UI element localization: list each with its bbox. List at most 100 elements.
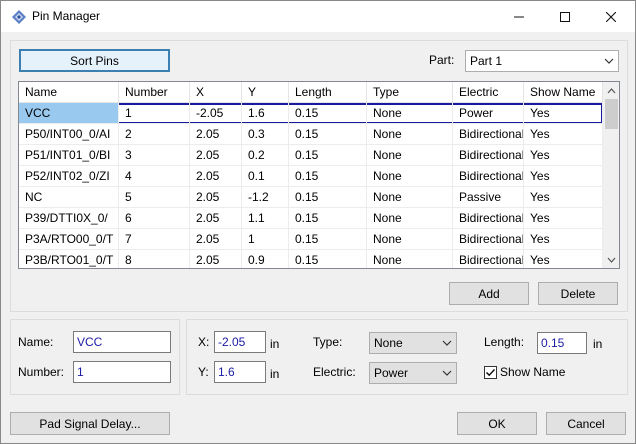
cell-show-name[interactable]: Yes [524,166,603,187]
column-header-electric[interactable]: Electric [453,82,524,103]
cell-length[interactable]: 0.15 [289,229,367,250]
number-field[interactable]: 1 [73,361,171,383]
cell-length[interactable]: 0.15 [289,187,367,208]
cell-show-name[interactable]: Yes [524,145,603,166]
type-dropdown[interactable]: None [369,332,457,354]
cell-show-name[interactable]: Yes [524,208,603,229]
add-button[interactable]: Add [449,282,529,305]
cell-length[interactable]: 0.15 [289,124,367,145]
table-row[interactable]: P39/DTTI0X_0/6 2.05 1.1 0.15 None Bidirection… [19,208,603,229]
cell-length[interactable]: 0.15 [289,166,367,187]
scroll-up-button[interactable] [603,82,619,99]
scroll-down-button[interactable] [603,251,619,268]
cell-number[interactable]: 2 [119,124,190,145]
cell-type[interactable]: None [367,187,453,208]
cell-name[interactable]: VCC [19,103,119,124]
cell-electric[interactable]: Passive [453,187,524,208]
cell-x[interactable]: 2.05 [190,208,242,229]
cell-length[interactable]: 0.15 [289,250,367,268]
column-header-name[interactable]: Name [19,82,119,103]
cell-length[interactable]: 0.15 [289,208,367,229]
cell-number[interactable]: 8 [119,250,190,268]
cancel-button[interactable]: Cancel [546,412,626,435]
cell-y[interactable]: 1 [242,229,289,250]
cell-y[interactable]: -1.2 [242,187,289,208]
cell-show-name[interactable]: Yes [524,103,603,124]
table-row[interactable]: P52/INT02_0/ZI 4 2.05 0.1 0.15 None Bidirectio… [19,166,603,187]
cell-y[interactable]: 0.2 [242,145,289,166]
x-field[interactable]: -2.05 [214,331,266,353]
cell-name[interactable]: P3B/RTO01_0/T [19,250,119,268]
cell-x[interactable]: 2.05 [190,250,242,268]
cell-type[interactable]: None [367,229,453,250]
delete-button[interactable]: Delete [538,282,618,305]
cell-length[interactable]: 0.15 [289,103,367,124]
sort-pins-button[interactable]: Sort Pins [19,49,170,72]
cell-type[interactable]: None [367,208,453,229]
cell-electric[interactable]: Bidirectional [453,166,524,187]
part-dropdown[interactable]: Part 1 [465,50,619,72]
maximize-button[interactable] [542,1,588,32]
cell-length[interactable]: 0.15 [289,145,367,166]
cell-number[interactable]: 7 [119,229,190,250]
cell-number[interactable]: 6 [119,208,190,229]
cell-number[interactable]: 4 [119,166,190,187]
cell-x[interactable]: -2.05 [190,103,242,124]
cell-x[interactable]: 2.05 [190,166,242,187]
cell-show-name[interactable]: Yes [524,229,603,250]
cell-electric[interactable]: Bidirectional [453,208,524,229]
show-name-checkbox[interactable] [484,366,497,379]
cell-type[interactable]: None [367,145,453,166]
cell-show-name[interactable]: Yes [524,187,603,208]
column-header-number[interactable]: Number [119,82,190,103]
table-scrollbar[interactable] [603,82,619,268]
cell-name[interactable]: P3A/RTO00_0/T [19,229,119,250]
cell-electric[interactable]: Bidirectional [453,229,524,250]
cell-name[interactable]: NC [19,187,119,208]
cell-electric[interactable]: Power [453,103,524,124]
cell-y[interactable]: 1.6 [242,103,289,124]
cell-y[interactable]: 0.1 [242,166,289,187]
cell-type[interactable]: None [367,124,453,145]
column-header-length[interactable]: Length [289,82,367,103]
cell-number[interactable]: 1 [119,103,190,124]
cell-name[interactable]: P51/INT01_0/BI [19,145,119,166]
y-field[interactable]: 1.6 [214,361,266,383]
cell-y[interactable]: 0.3 [242,124,289,145]
cell-number[interactable]: 5 [119,187,190,208]
cell-y[interactable]: 1.1 [242,208,289,229]
pad-signal-delay-button[interactable]: Pad Signal Delay... [10,412,170,435]
table-row[interactable]: P50/INT00_0/AI 2 2.05 0.3 0.15 None Bidirectio… [19,124,603,145]
pin-table[interactable]: Name Number X Y Length Type Electric Sho… [18,81,620,269]
cell-type[interactable]: None [367,166,453,187]
ok-button[interactable]: OK [457,412,537,435]
column-header-show-name[interactable]: Show Name [524,82,603,103]
cell-electric[interactable]: Bidirectional [453,250,524,268]
cell-name[interactable]: P50/INT00_0/AI [19,124,119,145]
cell-show-name[interactable]: Yes [524,250,603,268]
minimize-button[interactable] [496,1,542,32]
cell-x[interactable]: 2.05 [190,187,242,208]
electric-dropdown[interactable]: Power [369,362,457,384]
close-button[interactable] [588,1,634,32]
cell-type[interactable]: None [367,250,453,268]
column-header-y[interactable]: Y [242,82,289,103]
table-row[interactable]: P3B/RTO01_0/T 8 2.05 0.9 0.15 None Bidirection… [19,250,603,268]
length-field[interactable]: 0.15 [537,332,587,354]
cell-y[interactable]: 0.9 [242,250,289,268]
table-row[interactable]: VCC 1 -2.05 1.6 0.15 None Power Yes [19,103,603,124]
column-header-type[interactable]: Type [367,82,453,103]
cell-electric[interactable]: Bidirectional [453,124,524,145]
cell-name[interactable]: P39/DTTI0X_0/ [19,208,119,229]
cell-type[interactable]: None [367,103,453,124]
cell-x[interactable]: 2.05 [190,124,242,145]
cell-show-name[interactable]: Yes [524,124,603,145]
cell-number[interactable]: 3 [119,145,190,166]
table-row[interactable]: P51/INT01_0/BI 3 2.05 0.2 0.15 None Bidirectio… [19,145,603,166]
cell-electric[interactable]: Bidirectional [453,145,524,166]
table-row[interactable]: NC 5 2.05 -1.2 0.15 None Passive Yes [19,187,603,208]
show-name-label[interactable]: Show Name [500,365,565,379]
scroll-thumb[interactable] [605,99,618,129]
column-header-x[interactable]: X [190,82,242,103]
cell-name[interactable]: P52/INT02_0/ZI [19,166,119,187]
